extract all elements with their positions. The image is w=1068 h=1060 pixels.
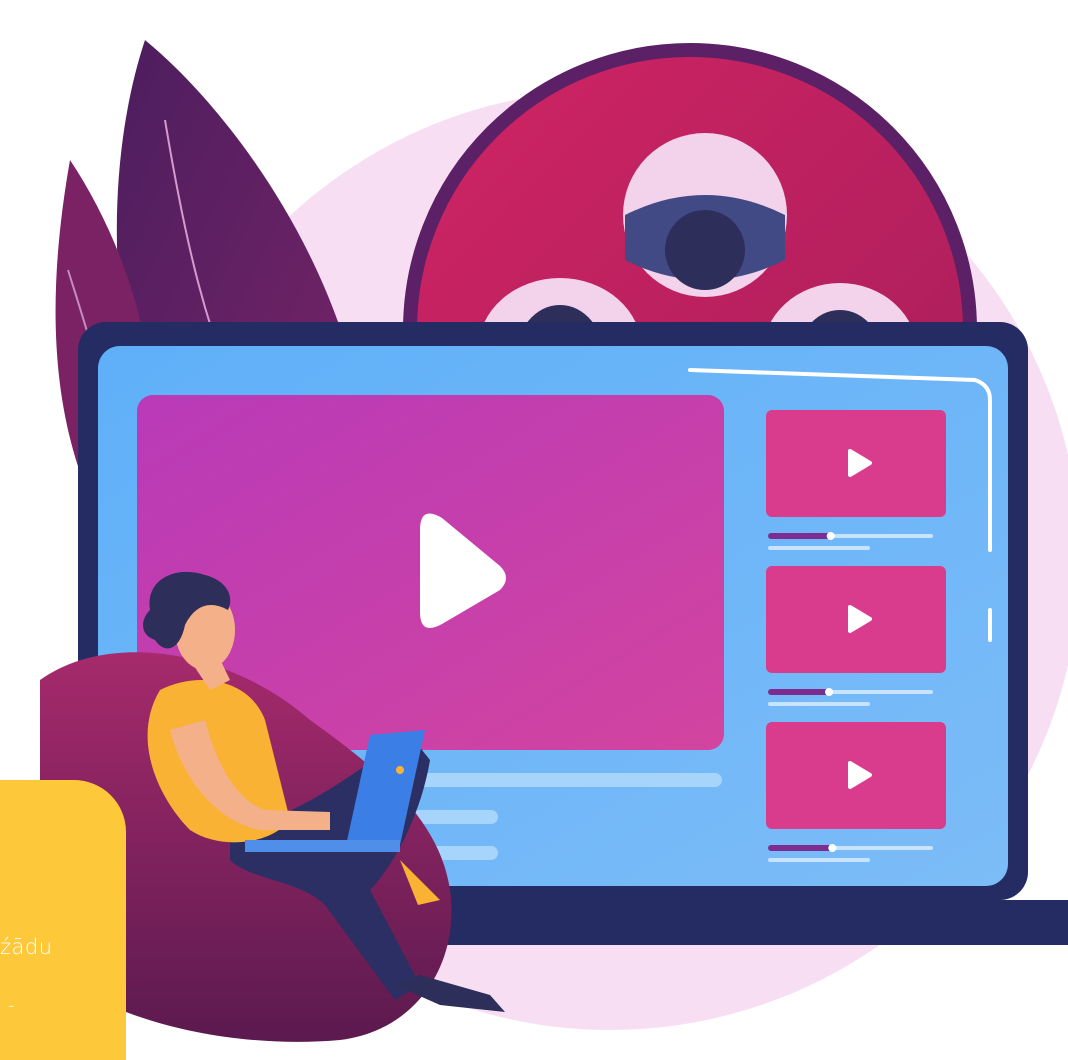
progress-handle[interactable]	[826, 532, 835, 540]
progress-fill	[768, 689, 830, 695]
caption-dash: -	[8, 995, 15, 1016]
video-streaming-illustration	[40, 40, 1068, 1042]
progress-handle[interactable]	[828, 844, 837, 852]
progress-fill	[768, 533, 831, 539]
caption-text: źādu	[0, 935, 53, 959]
progress-fill	[768, 845, 833, 851]
caption-card	[0, 780, 126, 1060]
thumbnail-caption-line	[768, 546, 870, 550]
thumbnail-caption-line	[768, 702, 870, 706]
thumbnail-caption-line	[768, 858, 870, 862]
progress-handle[interactable]	[825, 688, 834, 696]
